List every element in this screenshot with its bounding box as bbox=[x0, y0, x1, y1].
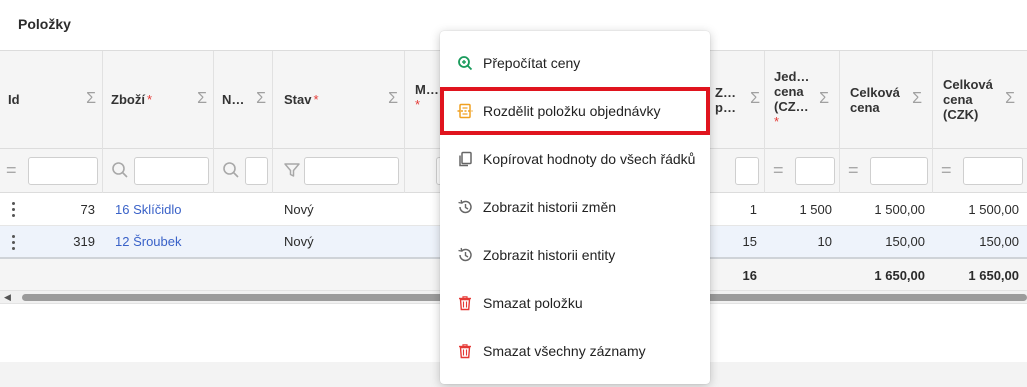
required-mark: * bbox=[415, 96, 421, 112]
menu-item-label: Smazat položku bbox=[483, 295, 583, 311]
column-header-jed-cena[interactable]: Jed… cena (CZ… * Σ bbox=[765, 51, 839, 149]
column-header-n[interactable]: N… Σ bbox=[214, 51, 272, 149]
menu-item-label: Kopírovat hodnoty do všech řádků bbox=[483, 151, 696, 167]
cell-stav: Nový bbox=[284, 201, 314, 217]
column-label: Stav bbox=[284, 92, 312, 107]
menu-item-show-change-history[interactable]: Zobrazit historii změn bbox=[440, 183, 710, 231]
filter-cell: = bbox=[0, 149, 102, 193]
required-mark: * bbox=[774, 113, 780, 129]
filter-input-zbozi[interactable] bbox=[134, 157, 209, 185]
cell-celkova-cena: 150,00 bbox=[885, 234, 925, 249]
column-label: Celková cena bbox=[850, 84, 900, 115]
column-header-celkova-cena[interactable]: Celková cena Σ bbox=[840, 51, 932, 149]
trash-icon bbox=[459, 344, 471, 359]
search-icon[interactable] bbox=[111, 161, 129, 179]
filter-cell: = bbox=[840, 149, 932, 193]
cell-z: 1 bbox=[749, 201, 757, 217]
cell-z: 15 bbox=[742, 234, 757, 249]
copy-icon bbox=[459, 151, 472, 167]
filter-input-id[interactable] bbox=[28, 157, 98, 185]
recalculate-icon bbox=[458, 56, 473, 71]
cell-jed-cena: 10 bbox=[817, 234, 832, 249]
column-header-celkova-cena-czk[interactable]: Celková cena (CZK) Σ bbox=[933, 51, 1027, 149]
sum-icon[interactable]: Σ bbox=[197, 91, 207, 107]
column-header-id[interactable]: Id Σ bbox=[0, 51, 102, 149]
column-label: Z… p… bbox=[715, 84, 736, 115]
cell-stav: Nový bbox=[284, 234, 314, 249]
required-mark: * bbox=[313, 92, 319, 107]
context-menu: Přepočítat ceny Rozdělit položku objedná… bbox=[440, 31, 710, 384]
cell-id: 319 bbox=[73, 234, 95, 249]
filter-funnel-icon[interactable] bbox=[283, 161, 301, 179]
filter-cell: = bbox=[765, 149, 839, 193]
total-celkova-cena-czk: 1 650,00 bbox=[968, 267, 1019, 283]
scroll-left-arrow-icon[interactable]: ◀ bbox=[4, 292, 11, 303]
menu-item-label: Zobrazit historii entity bbox=[483, 247, 616, 263]
filter-input-stav[interactable] bbox=[304, 157, 399, 185]
sum-icon[interactable]: Σ bbox=[256, 91, 266, 107]
history-icon bbox=[458, 247, 472, 262]
total-z: 16 bbox=[742, 267, 757, 283]
sum-icon[interactable]: Σ bbox=[86, 91, 96, 107]
column-label: Zboží bbox=[111, 92, 145, 107]
cell-zbozi-link[interactable]: 12 Šroubek bbox=[107, 226, 190, 257]
equals-icon[interactable]: = bbox=[773, 161, 784, 179]
cell-celkova-cena-czk: 150,00 bbox=[979, 234, 1019, 249]
trash-icon bbox=[459, 296, 471, 311]
menu-item-label: Přepočítat ceny bbox=[483, 55, 581, 71]
sum-icon[interactable]: Σ bbox=[1005, 91, 1015, 107]
filter-cell bbox=[103, 149, 213, 193]
menu-item-recalculate-prices[interactable]: Přepočítat ceny bbox=[440, 39, 710, 87]
filter-cell bbox=[273, 149, 404, 193]
menu-item-copy-values-to-all-rows[interactable]: Kopírovat hodnoty do všech řádků bbox=[440, 135, 710, 183]
filter-input-jed-cena[interactable] bbox=[795, 157, 835, 185]
menu-item-delete-all-records[interactable]: Smazat všechny záznamy bbox=[440, 327, 710, 375]
menu-item-label: Smazat všechny záznamy bbox=[483, 343, 646, 359]
filter-input-n[interactable] bbox=[245, 157, 268, 185]
split-icon bbox=[457, 103, 473, 119]
sum-icon[interactable]: Σ bbox=[388, 91, 398, 107]
equals-icon[interactable]: = bbox=[941, 161, 952, 179]
sum-icon[interactable]: Σ bbox=[750, 91, 760, 107]
sum-icon[interactable]: Σ bbox=[912, 91, 922, 107]
column-label: N… bbox=[222, 92, 245, 107]
cell-id: 73 bbox=[80, 201, 95, 217]
column-header-zbozi[interactable]: Zboží * Σ bbox=[103, 51, 213, 149]
sum-icon[interactable]: Σ bbox=[819, 91, 829, 107]
column-label: Jed… cena (CZ… bbox=[774, 68, 810, 114]
cell-jed-cena: 1 500 bbox=[799, 201, 832, 217]
filter-cell bbox=[710, 149, 764, 193]
filter-input-celkova-cena[interactable] bbox=[870, 157, 928, 185]
required-mark: * bbox=[146, 92, 152, 107]
equals-icon[interactable]: = bbox=[848, 161, 859, 179]
column-label: Celková cena (CZK) bbox=[943, 77, 993, 122]
cell-zbozi-link[interactable]: 16 Sklíčidlo bbox=[107, 193, 189, 225]
menu-item-label: Zobrazit historii změn bbox=[483, 199, 617, 215]
column-label: M… bbox=[415, 81, 439, 97]
column-header-z[interactable]: Z… p… Σ bbox=[710, 51, 764, 149]
filter-input-celkova-cena-czk[interactable] bbox=[963, 157, 1023, 185]
total-celkova-cena: 1 650,00 bbox=[874, 267, 925, 283]
cell-celkova-cena: 1 500,00 bbox=[874, 201, 925, 217]
cell-celkova-cena-czk: 1 500,00 bbox=[968, 201, 1019, 217]
history-icon bbox=[458, 199, 472, 214]
panel-title: Položky bbox=[18, 16, 71, 32]
column-header-stav[interactable]: Stav * Σ bbox=[273, 51, 404, 149]
equals-icon[interactable]: = bbox=[6, 161, 17, 179]
menu-item-show-entity-history[interactable]: Zobrazit historii entity bbox=[440, 231, 710, 279]
menu-item-delete-item[interactable]: Smazat položku bbox=[440, 279, 710, 327]
menu-item-split-order-item[interactable]: Rozdělit položku objednávky bbox=[440, 87, 710, 135]
column-label: Id bbox=[8, 92, 20, 107]
filter-cell: = bbox=[933, 149, 1027, 193]
menu-item-label: Rozdělit položku objednávky bbox=[483, 103, 661, 119]
filter-cell bbox=[214, 149, 272, 193]
search-icon[interactable] bbox=[222, 161, 240, 179]
filter-input-z[interactable] bbox=[735, 157, 759, 185]
